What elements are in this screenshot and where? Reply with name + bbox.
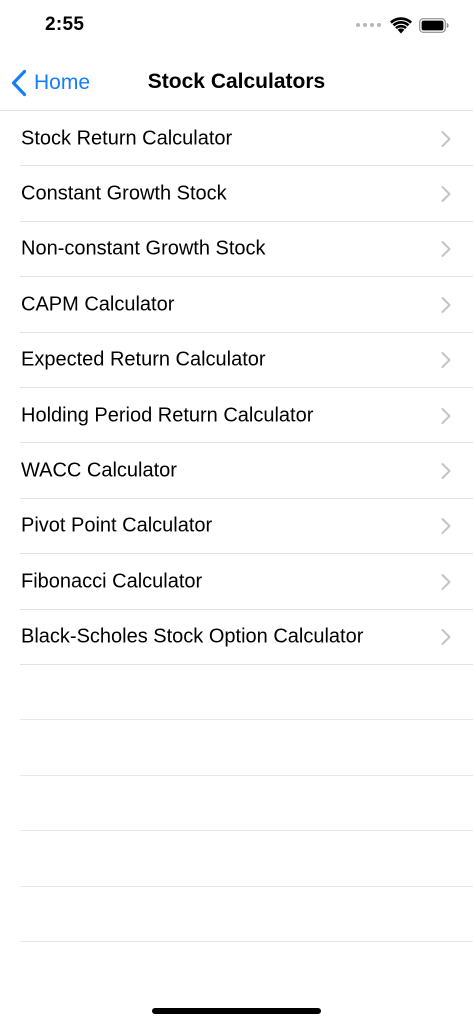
status-icons xyxy=(356,15,449,35)
page-title: Stock Calculators xyxy=(147,70,326,93)
list-item-fibonacci-calculator[interactable]: Fibonacci Calculator xyxy=(0,554,473,610)
chevron-right-icon xyxy=(441,130,451,147)
chevron-right-icon xyxy=(441,463,451,480)
empty-list-area xyxy=(0,665,473,942)
list-item-label: Expected Return Calculator xyxy=(21,348,266,371)
list-item-expected-return-calculator[interactable]: Expected Return Calculator xyxy=(0,333,473,389)
chevron-right-icon xyxy=(441,186,451,203)
list-item-label: CAPM Calculator xyxy=(21,293,175,316)
list-item-label: WACC Calculator xyxy=(21,459,177,482)
status-bar: 2:55 xyxy=(0,0,473,52)
chevron-right-icon xyxy=(441,241,451,258)
empty-row xyxy=(20,887,473,942)
chevron-right-icon xyxy=(441,629,451,646)
list-item-constant-growth-stock[interactable]: Constant Growth Stock xyxy=(0,166,473,223)
chevron-right-icon xyxy=(441,407,451,424)
battery-icon xyxy=(419,17,449,33)
list-item-label: Holding Period Return Calculator xyxy=(21,404,314,427)
empty-row xyxy=(20,720,473,776)
wifi-icon xyxy=(390,16,412,33)
empty-row xyxy=(20,831,473,887)
list-item-label: Non-constant Growth Stock xyxy=(21,237,266,260)
list-item-wacc-calculator[interactable]: WACC Calculator xyxy=(0,443,473,500)
chevron-right-icon xyxy=(441,296,451,313)
calculator-list: Stock Return Calculator Constant Growth … xyxy=(0,110,473,666)
home-indicator[interactable] xyxy=(152,1008,321,1014)
list-item-capm-calculator[interactable]: CAPM Calculator xyxy=(0,277,473,333)
signal-dots-icon xyxy=(356,23,381,27)
list-item-label: Fibonacci Calculator xyxy=(21,570,203,593)
empty-row xyxy=(20,776,473,832)
status-time: 2:55 xyxy=(45,14,85,35)
chevron-right-icon xyxy=(441,573,451,590)
navigation-bar: Home Stock Calculators xyxy=(0,52,473,111)
list-item-black-scholes-calculator[interactable]: Black-Scholes Stock Option Calculator xyxy=(0,610,473,666)
list-item-stock-return-calculator[interactable]: Stock Return Calculator xyxy=(0,111,473,167)
list-item-holding-period-return-calculator[interactable]: Holding Period Return Calculator xyxy=(0,388,473,444)
chevron-right-icon xyxy=(441,518,451,535)
chevron-right-icon xyxy=(441,352,451,369)
list-item-non-constant-growth-stock[interactable]: Non-constant Growth Stock xyxy=(0,222,473,278)
list-item-label: Constant Growth Stock xyxy=(21,182,227,205)
list-item-pivot-point-calculator[interactable]: Pivot Point Calculator xyxy=(0,499,473,555)
list-item-label: Stock Return Calculator xyxy=(21,127,233,150)
list-item-label: Black-Scholes Stock Option Calculator xyxy=(21,625,364,648)
list-item-label: Pivot Point Calculator xyxy=(21,514,213,537)
empty-row xyxy=(20,665,473,721)
